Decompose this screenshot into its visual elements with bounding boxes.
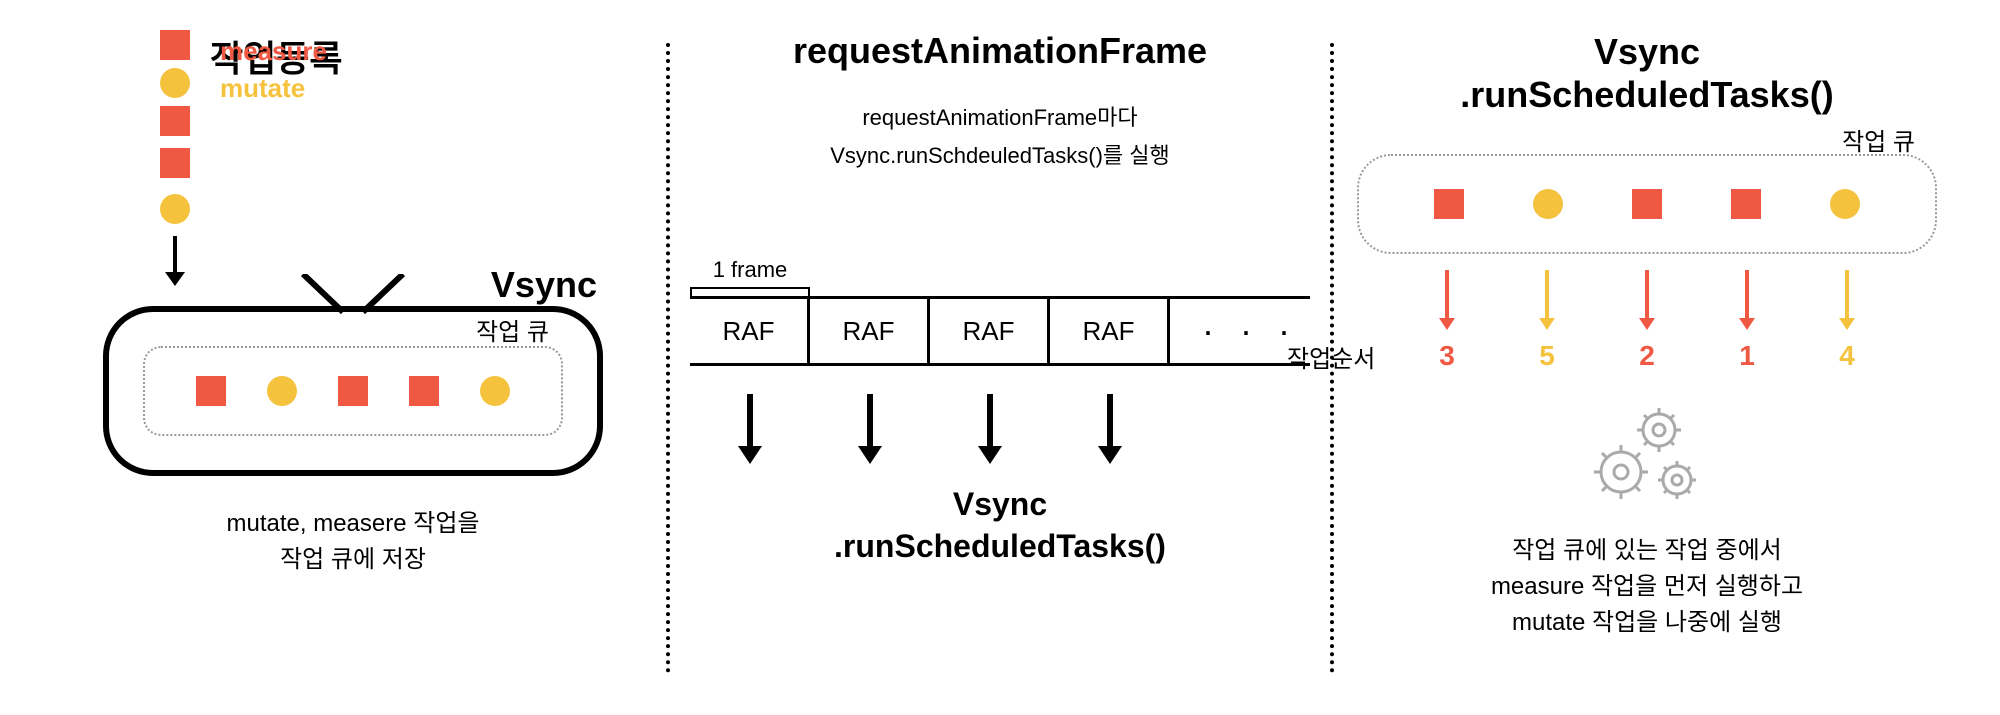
measure-icon <box>1632 189 1662 219</box>
measure-icon <box>1731 189 1761 219</box>
panel1-caption: mutate, measere 작업을 작업 큐에 저장 <box>227 506 480 578</box>
down-arrow-icon <box>1539 318 1555 330</box>
down-arrow-icon <box>1098 446 1122 464</box>
measure-icon <box>160 106 190 136</box>
mutate-icon <box>1830 189 1860 219</box>
down-arrow-icon <box>1439 318 1455 330</box>
funnel-icon <box>293 274 413 318</box>
panel3-title: Vsync .runScheduledTasks() <box>1460 30 1833 116</box>
order-num: 3 <box>1432 340 1462 372</box>
task-queue-box: 작업 큐 <box>143 346 563 436</box>
mutate-icon <box>480 376 510 406</box>
mutate-icon <box>160 68 190 98</box>
raf-cell: RAF <box>690 299 810 363</box>
measure-icon <box>160 148 190 178</box>
caption-line: measure 작업을 먼저 실행하고 <box>1491 569 1803 605</box>
down-arrow-icon <box>1739 318 1755 330</box>
down-arrow-icon <box>160 236 190 286</box>
panel3-arrow-row <box>1357 258 1937 330</box>
down-arrow-icon <box>1639 318 1655 330</box>
order-num: 5 <box>1532 340 1562 372</box>
order-num: 4 <box>1832 340 1862 372</box>
raf-cell: RAF <box>810 299 930 363</box>
caption-line: 작업 큐에 있는 작업 중에서 <box>1491 533 1803 569</box>
bottom-line: .runScheduledTasks() <box>834 526 1166 568</box>
panel1-legend-labels: 작업등록 measure mutate <box>220 30 342 150</box>
order-num: 1 <box>1732 340 1762 372</box>
queue-label: 작업 큐 <box>476 312 549 347</box>
caption-line: mutate 작업을 나중에 실행 <box>1491 605 1803 641</box>
panel-run-tasks: Vsync .runScheduledTasks() 작업 큐 작업순서 3 5… <box>1334 30 1960 685</box>
panel2-bottom: Vsync .runScheduledTasks() <box>834 484 1166 567</box>
gears-icon <box>1577 402 1717 517</box>
vsync-label: Vsync <box>491 264 597 306</box>
raf-cell: RAF <box>1050 299 1170 363</box>
measure-icon <box>409 376 439 406</box>
order-num: 2 <box>1632 340 1662 372</box>
panel3-caption: 작업 큐에 있는 작업 중에서 measure 작업을 먼저 실행하고 muta… <box>1491 533 1803 641</box>
frame-bracket-label: 1 frame <box>690 257 810 299</box>
order-label: 작업순서 <box>1287 339 1375 374</box>
panel2-sub1: requestAnimationFrame마다 <box>862 100 1137 132</box>
frame-strip: 1 frame RAF RAF RAF RAF · · · <box>690 296 1310 366</box>
down-arrow-icon <box>858 446 882 464</box>
measure-icon <box>1434 189 1464 219</box>
mutate-icon <box>160 194 190 224</box>
measure-icon <box>196 376 226 406</box>
panel-task-registration: 작업등록 measure mutate Vsync 작업 큐 mutate, m… <box>40 30 666 685</box>
caption-line: 작업 큐에 저장 <box>227 542 480 578</box>
vsync-container: Vsync 작업 큐 <box>103 306 603 476</box>
panel2-title: requestAnimationFrame <box>793 30 1207 72</box>
legend-measure <box>160 144 190 182</box>
title-line: .runScheduledTasks() <box>1460 73 1833 116</box>
raf-cell: RAF <box>930 299 1050 363</box>
mutate-icon <box>267 376 297 406</box>
measure-icon <box>160 30 190 60</box>
title-line: Vsync <box>1460 30 1833 73</box>
down-arrow-icon <box>738 446 762 464</box>
panel2-sub2: Vsync.runSchdeuledTasks()를 실행 <box>830 138 1170 170</box>
legend-mutate-label: mutate <box>220 73 342 104</box>
queue-label: 작업 큐 <box>1842 122 1915 157</box>
bottom-line: Vsync <box>834 484 1166 526</box>
caption-line: mutate, measere 작업을 <box>227 506 480 542</box>
down-arrow-icon <box>1839 318 1855 330</box>
order-row: 작업순서 3 5 2 1 4 <box>1357 340 1937 372</box>
measure-icon <box>338 376 368 406</box>
panel1-top: 작업등록 measure mutate <box>60 30 646 286</box>
raf-arrow-row <box>690 376 1310 464</box>
down-arrow-icon <box>978 446 1002 464</box>
legend-mutate <box>160 190 190 228</box>
panel3-queue: 작업 큐 <box>1357 154 1937 254</box>
legend-measure-label: measure <box>220 36 342 67</box>
panel-raf: requestAnimationFrame requestAnimationFr… <box>670 30 1330 685</box>
task-input-shapes <box>160 30 190 286</box>
mutate-icon <box>1533 189 1563 219</box>
